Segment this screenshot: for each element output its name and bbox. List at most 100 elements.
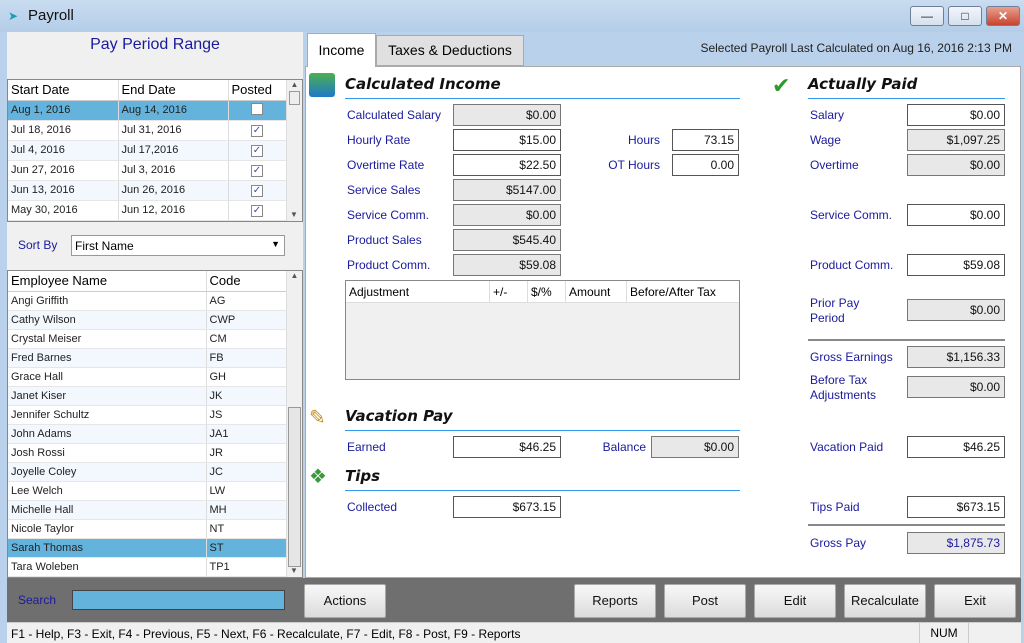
col-posted[interactable]: Posted — [228, 80, 287, 101]
col-code[interactable]: Code — [206, 271, 287, 292]
posted-checkbox[interactable]: ✓ — [251, 184, 263, 197]
vacation-paid-field[interactable]: $46.25 — [907, 436, 1005, 458]
actions-button[interactable]: Actions — [304, 584, 386, 618]
employee-row[interactable]: Angi Griffith AG — [8, 291, 287, 311]
col-amount[interactable]: Amount — [566, 281, 627, 302]
salary-field[interactable]: $0.00 — [907, 104, 1005, 126]
adjustments-table[interactable]: Adjustment +/- $/% Amount Before/After T… — [345, 280, 740, 380]
employee-row[interactable]: Fred Barnes FB — [8, 348, 287, 368]
end-date: Jul 17,2016 — [118, 140, 229, 161]
tab-income[interactable]: Income — [307, 33, 376, 67]
close-button[interactable]: ✕ — [986, 6, 1020, 26]
posted-checkbox[interactable] — [251, 102, 263, 115]
collected-field[interactable]: $673.15 — [453, 496, 561, 518]
employee-row[interactable]: Crystal Meiser CM — [8, 329, 287, 349]
end-date: Jun 26, 2016 — [118, 180, 229, 201]
posted-checkbox[interactable]: ✓ — [251, 204, 263, 217]
balance-label: Balance — [602, 440, 646, 454]
employee-name: Janet Kiser — [8, 386, 207, 406]
pay-period-row[interactable]: Aug 1, 2016 Aug 14, 2016 — [8, 100, 287, 121]
end-date: Jul 31, 2016 — [118, 120, 229, 141]
gross-earnings-field: $1,156.33 — [907, 346, 1005, 368]
employee-row[interactable]: Tara Woleben TP1 — [8, 557, 287, 577]
earned-field[interactable]: $46.25 — [453, 436, 561, 458]
employee-row[interactable]: Cathy Wilson CWP — [8, 310, 287, 330]
maximize-button[interactable]: □ — [948, 6, 982, 26]
gross-pay-label: Gross Pay — [810, 536, 867, 550]
col-dollar-percent[interactable]: $/% — [528, 281, 566, 302]
minimize-button[interactable]: — — [910, 6, 944, 26]
pay-period-row[interactable]: Jun 13, 2016 Jun 26, 2016 ✓ — [8, 180, 287, 201]
calculated-salary-label: Calculated Salary — [347, 108, 442, 122]
col-start-date[interactable]: Start Date — [8, 80, 119, 101]
employee-row[interactable]: Josh Rossi JR — [8, 443, 287, 463]
employee-code: CWP — [206, 310, 287, 330]
title-bar: ➤ Payroll — □ ✕ — [0, 0, 1024, 32]
overtime-rate-field[interactable]: $22.50 — [453, 154, 561, 176]
employee-row[interactable]: John Adams JA1 — [8, 424, 287, 444]
employee-code: JS — [206, 405, 287, 425]
prior-pay-period-label-line: Period — [810, 311, 845, 325]
tips-paid-field[interactable]: $673.15 — [907, 496, 1005, 518]
before-tax-adj-label-line: Adjustments — [810, 388, 877, 402]
calculated-salary-field: $0.00 — [453, 104, 561, 126]
col-adjustment[interactable]: Adjustment — [346, 281, 490, 302]
divider — [808, 98, 1005, 99]
employee-row[interactable]: Michelle Hall MH — [8, 500, 287, 520]
employee-row[interactable]: Janet Kiser JK — [8, 386, 287, 406]
employee-scrollbar[interactable]: ▲ ▼ — [286, 271, 302, 577]
reports-button[interactable]: Reports — [574, 584, 656, 618]
col-plus-minus[interactable]: +/- — [490, 281, 528, 302]
posted-checkbox[interactable]: ✓ — [251, 164, 263, 177]
overtime-label: Overtime — [810, 158, 859, 172]
employee-row[interactable]: Nicole Taylor NT — [8, 519, 287, 539]
employee-name: Cathy Wilson — [8, 310, 207, 330]
service-comm-field[interactable]: $0.00 — [907, 204, 1005, 226]
end-date: Jul 3, 2016 — [118, 160, 229, 181]
employee-row[interactable]: Joyelle Coley JC — [8, 462, 287, 482]
num-lock-indicator: NUM — [919, 623, 969, 643]
employee-row[interactable]: Lee Welch LW — [8, 481, 287, 501]
pay-period-table: Start Date End Date Posted Aug 1, 2016 Aug … — [7, 79, 303, 222]
posted-cell: ✓ — [228, 180, 287, 201]
posted-checkbox[interactable]: ✓ — [251, 144, 263, 157]
pay-period-row[interactable]: Jul 18, 2016 Jul 31, 2016 ✓ — [8, 120, 287, 141]
col-end-date[interactable]: End Date — [118, 80, 229, 101]
pay-period-row[interactable]: Jul 4, 2016 Jul 17,2016 ✓ — [8, 140, 287, 161]
sort-by-select[interactable]: First Name ▼ — [71, 235, 285, 256]
balance-field: $0.00 — [651, 436, 739, 458]
pay-period-row[interactable]: May 30, 2016 Jun 12, 2016 ✓ — [8, 200, 287, 221]
posted-checkbox[interactable]: ✓ — [251, 124, 263, 137]
search-input[interactable] — [72, 590, 285, 610]
prior-pay-period-label-line: Prior Pay — [810, 296, 860, 310]
exit-button[interactable]: Exit — [934, 584, 1016, 618]
status-bar: F1 - Help, F3 - Exit, F4 - Previous, F5 … — [7, 622, 1021, 643]
col-before-after-tax[interactable]: Before/After Tax — [627, 281, 739, 302]
employee-name: Angi Griffith — [8, 291, 207, 311]
tab-taxes-deductions[interactable]: Taxes & Deductions — [376, 35, 524, 66]
pay-period-scrollbar[interactable]: ▲ ▼ — [286, 80, 302, 221]
employee-code: NT — [206, 519, 287, 539]
start-date: May 30, 2016 — [8, 200, 119, 221]
employee-row[interactable]: Sarah Thomas ST — [8, 538, 287, 558]
overtime-field: $0.00 — [907, 154, 1005, 176]
tips-paid-label: Tips Paid — [810, 500, 860, 514]
divider — [345, 430, 740, 431]
ot-hours-field[interactable]: 0.00 — [672, 154, 739, 176]
post-button[interactable]: Post — [664, 584, 746, 618]
edit-button[interactable]: Edit — [754, 584, 836, 618]
employee-code: LW — [206, 481, 287, 501]
checkmark-icon: ✔ — [772, 73, 791, 98]
start-date: Jun 13, 2016 — [8, 180, 119, 201]
employee-row[interactable]: Grace Hall GH — [8, 367, 287, 387]
employee-table: Employee Name Code Angi Griffith AG Cathy W… — [7, 270, 303, 578]
recalculate-button[interactable]: Recalculate — [844, 584, 926, 618]
product-comm-field[interactable]: $59.08 — [907, 254, 1005, 276]
hours-field[interactable]: 73.15 — [672, 129, 739, 151]
employee-row[interactable]: Jennifer Schultz JS — [8, 405, 287, 425]
col-employee-name[interactable]: Employee Name — [8, 271, 207, 292]
hourly-rate-field[interactable]: $15.00 — [453, 129, 561, 151]
before-tax-adj-field: $0.00 — [907, 376, 1005, 398]
pay-period-row[interactable]: Jun 27, 2016 Jul 3, 2016 ✓ — [8, 160, 287, 181]
posted-cell: ✓ — [228, 160, 287, 181]
